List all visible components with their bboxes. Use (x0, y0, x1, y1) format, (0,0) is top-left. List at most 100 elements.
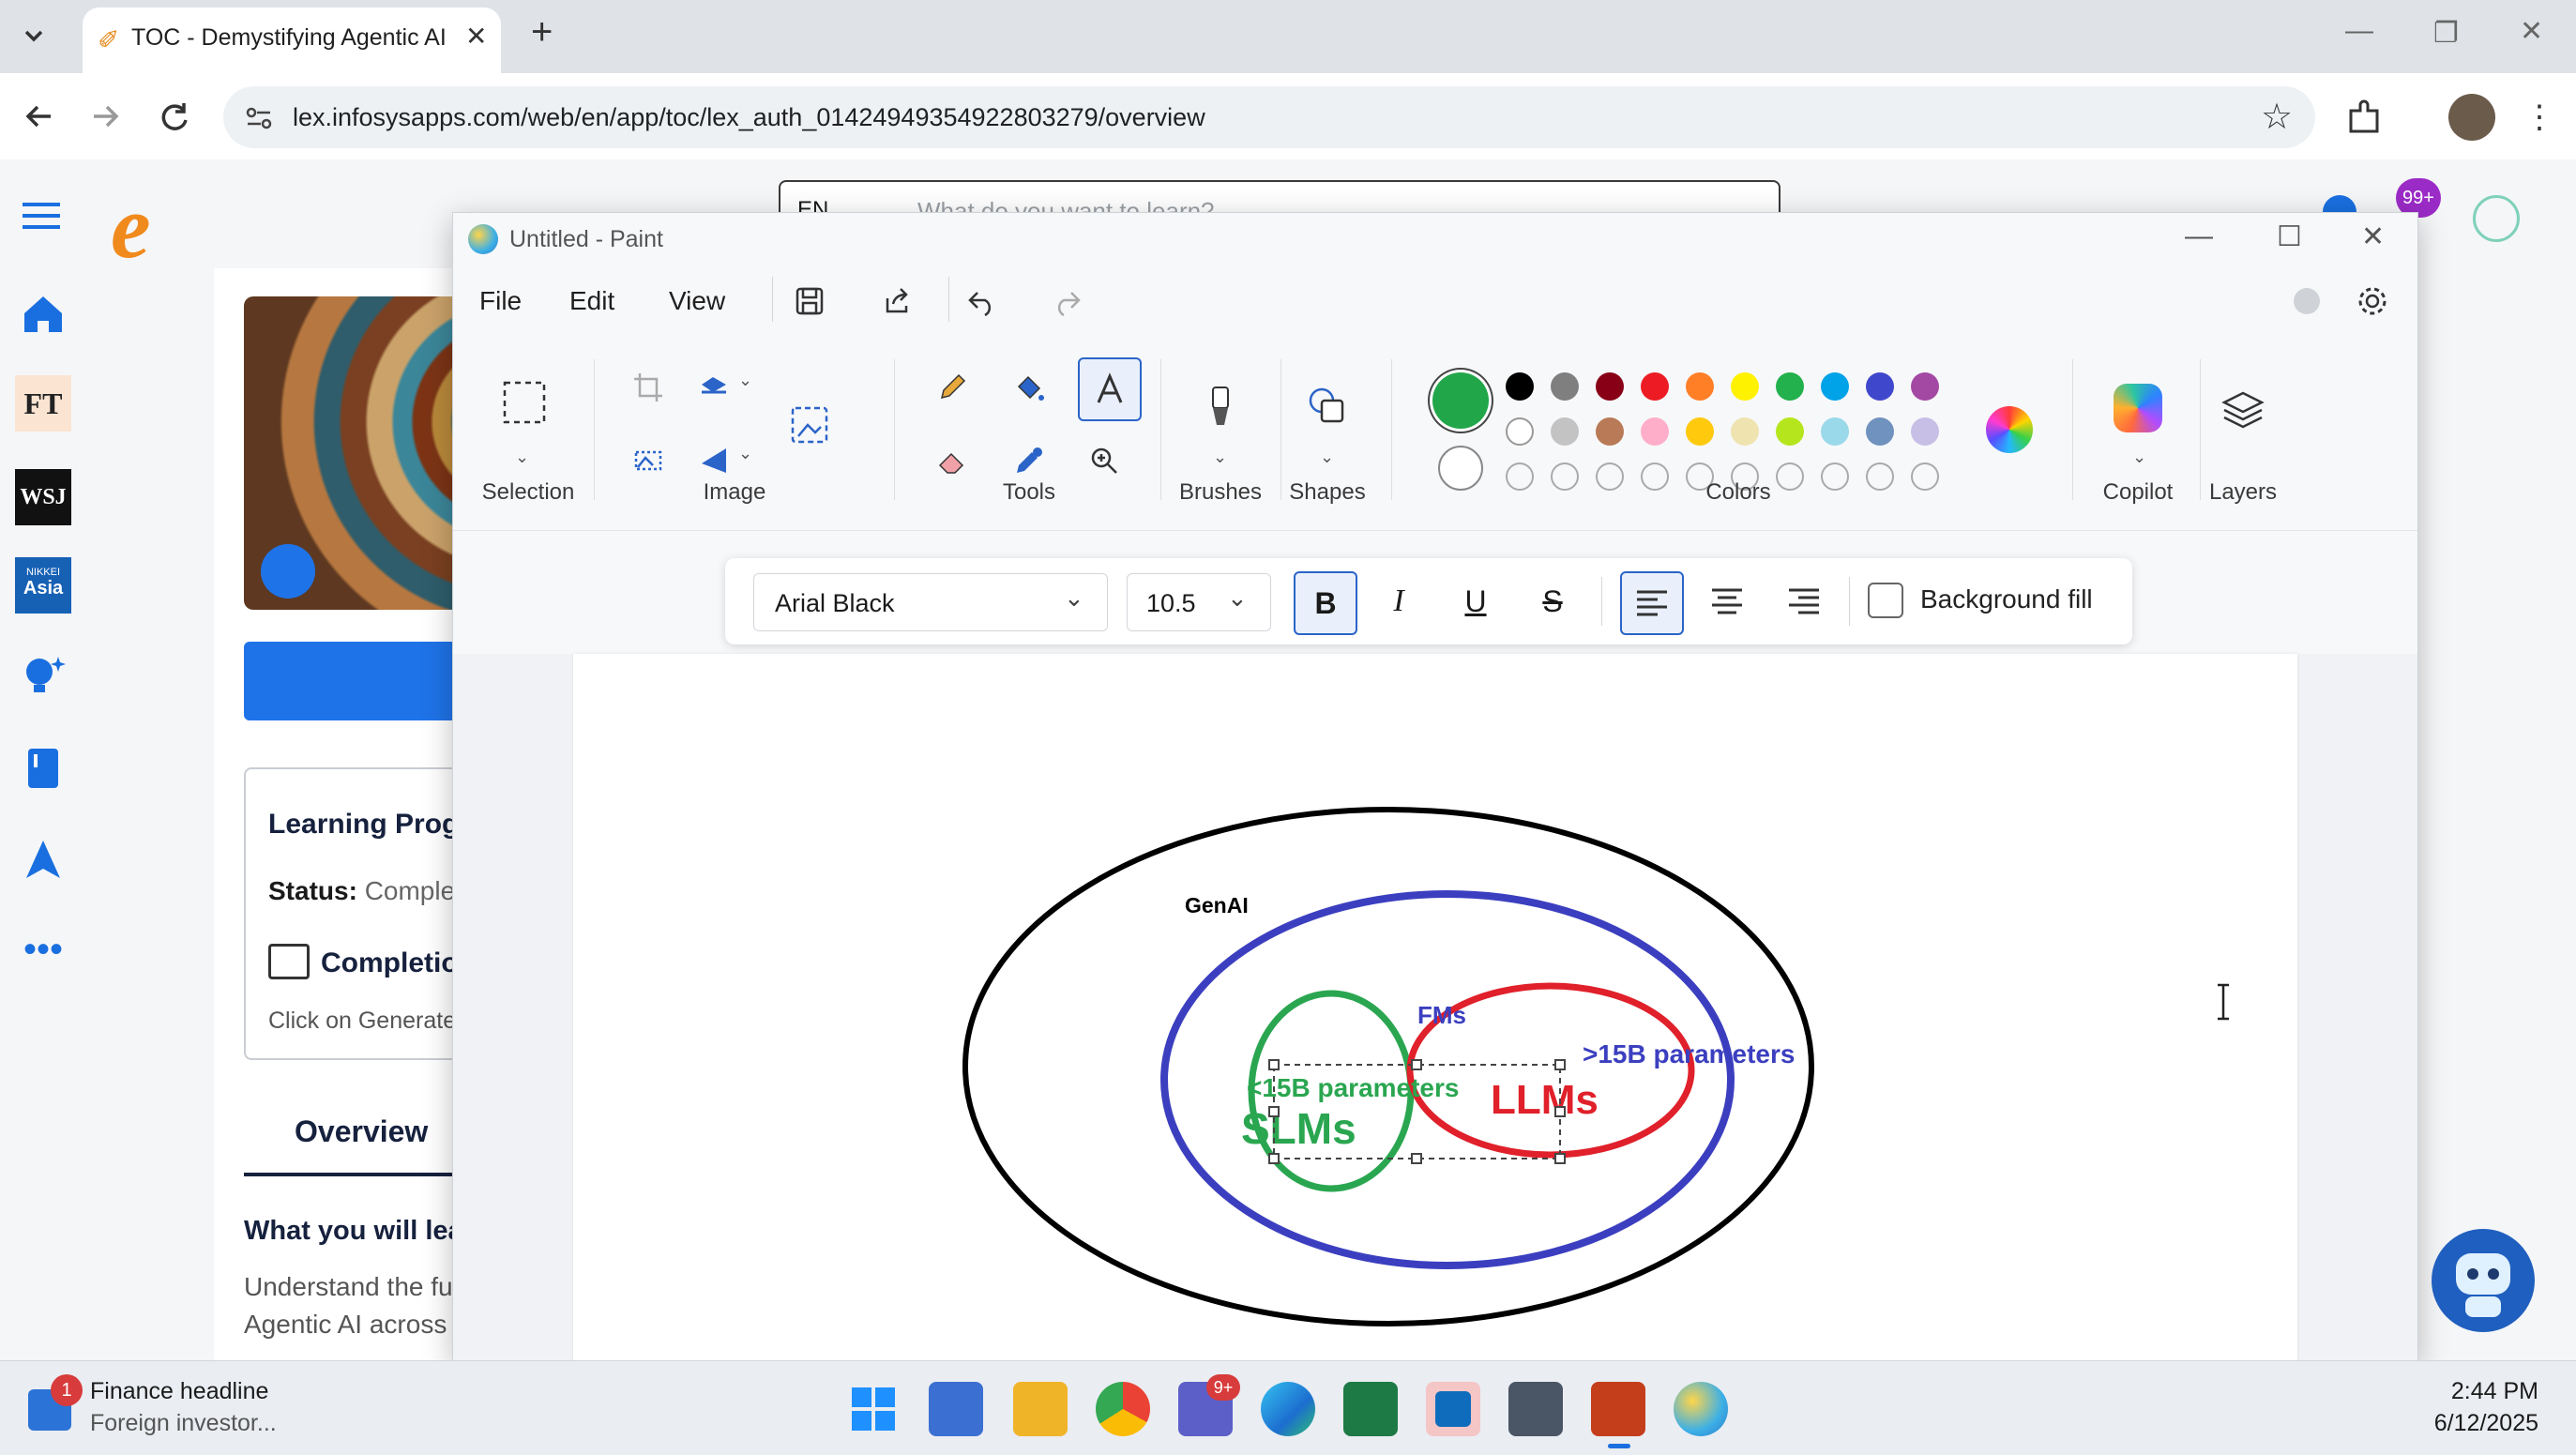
underline-button[interactable]: U (1446, 571, 1506, 631)
color-swatch[interactable] (1866, 417, 1894, 446)
window-close-button[interactable]: ✕ (2520, 15, 2543, 48)
extensions-puzzle-icon[interactable] (2341, 94, 2388, 141)
file-explorer-icon[interactable] (1013, 1382, 1068, 1436)
rotate-dropdown-icon[interactable]: ⌄ (738, 444, 752, 463)
redo-icon[interactable] (1040, 275, 1093, 327)
undo-icon[interactable] (956, 275, 1008, 327)
custom-color-slot[interactable] (1821, 462, 1849, 491)
edge-app-icon[interactable] (1261, 1382, 1315, 1436)
copilot-icon[interactable] (2114, 384, 2162, 432)
news-widget-title[interactable]: Finance headline (90, 1378, 268, 1405)
strikethrough-button[interactable]: S (1523, 571, 1583, 631)
site-info-icon[interactable] (240, 99, 278, 137)
color-swatch[interactable] (1911, 372, 1939, 401)
color-swatch[interactable] (1731, 417, 1759, 446)
size-dropdown-chevron-icon[interactable]: ⌄ (1227, 584, 1248, 613)
chatbot-robot-icon[interactable] (2432, 1229, 2535, 1332)
notepad-app-icon[interactable] (929, 1382, 983, 1436)
menu-file[interactable]: File (479, 286, 522, 316)
navigation-arrow-icon[interactable] (15, 831, 71, 887)
color-swatch[interactable] (1506, 417, 1534, 446)
color-swatch[interactable] (1596, 417, 1624, 446)
menu-edit[interactable]: Edit (569, 286, 614, 316)
paint-minimize-button[interactable]: — (2185, 220, 2213, 252)
color-swatch[interactable] (1776, 372, 1804, 401)
profile-avatar[interactable] (2448, 94, 2495, 141)
settings-gear-icon[interactable] (2346, 275, 2399, 327)
custom-color-slot[interactable] (1641, 462, 1669, 491)
powerpoint-app-icon[interactable] (1591, 1382, 1645, 1436)
start-windows-icon[interactable] (846, 1382, 901, 1436)
window-minimize-button[interactable]: — (2345, 15, 2373, 47)
font-size-dropdown[interactable]: 10.5 ⌄ (1127, 573, 1271, 631)
align-left-icon[interactable] (1620, 571, 1684, 635)
fill-bucket-icon[interactable] (1003, 361, 1055, 414)
custom-color-slot[interactable] (1551, 462, 1579, 491)
tab-search-chevron-icon[interactable] (8, 9, 60, 62)
align-right-icon[interactable] (1774, 571, 1834, 631)
window-restore-button[interactable]: ❐ (2433, 17, 2459, 50)
custom-color-slot[interactable] (1596, 462, 1624, 491)
background-fill-checkbox[interactable] (1868, 583, 1903, 618)
color-swatch[interactable] (1551, 372, 1579, 401)
resize-icon[interactable] (688, 361, 740, 414)
align-center-icon[interactable] (1697, 571, 1757, 631)
color-swatch[interactable] (1641, 372, 1669, 401)
color-swatch[interactable] (1596, 372, 1624, 401)
color-swatch[interactable] (1821, 372, 1849, 401)
brush-dropdown-icon[interactable]: ⌄ (1213, 447, 1227, 467)
chrome-app-icon[interactable] (1096, 1382, 1150, 1436)
browser-tab[interactable]: ✐ TOC - Demystifying Agentic AI ✕ (83, 8, 501, 73)
hamburger-menu-icon[interactable] (19, 197, 66, 235)
nikkei-asia-app-icon[interactable]: NIKKEI Asia (15, 557, 71, 614)
site-logo[interactable]: e (111, 174, 151, 279)
selection-dropdown-icon[interactable]: ⌄ (515, 447, 529, 467)
italic-button[interactable]: I (1369, 571, 1429, 631)
menu-view[interactable]: View (669, 286, 725, 316)
assistant-logo-icon[interactable] (2473, 195, 2520, 242)
resize-dropdown-icon[interactable]: ⌄ (738, 371, 752, 390)
custom-color-slot[interactable] (1911, 462, 1939, 491)
outlook-app-icon[interactable] (1426, 1382, 1480, 1436)
share-icon[interactable] (870, 275, 922, 327)
layers-icon[interactable] (2213, 378, 2273, 438)
home-icon[interactable] (15, 285, 71, 341)
edit-colors-icon[interactable] (1986, 406, 2033, 453)
color-swatch[interactable] (1506, 372, 1534, 401)
image-generator-icon[interactable] (780, 395, 840, 455)
forward-arrow-icon[interactable] (79, 90, 131, 143)
font-family-dropdown[interactable]: Arial Black ⌄ (753, 573, 1108, 631)
taskbar-date[interactable]: 6/12/2025 (2403, 1410, 2538, 1437)
font-dropdown-chevron-icon[interactable]: ⌄ (1064, 584, 1084, 613)
custom-color-slot[interactable] (1866, 462, 1894, 491)
wsj-app-icon[interactable]: WSJ (15, 469, 71, 525)
account-icon[interactable] (2294, 288, 2320, 314)
pencil-icon[interactable] (926, 361, 978, 414)
color-swatch[interactable] (1911, 417, 1939, 446)
custom-color-slot[interactable] (1506, 462, 1534, 491)
color-swatch[interactable] (1776, 417, 1804, 446)
excel-app-icon[interactable] (1343, 1382, 1398, 1436)
brush-icon[interactable] (1190, 376, 1250, 436)
new-tab-button[interactable]: + (531, 11, 553, 53)
more-dots-icon[interactable]: ••• (15, 921, 71, 978)
address-bar[interactable]: lex.infosysapps.com/web/en/app/toc/lex_a… (223, 86, 2315, 148)
color-swatch[interactable] (1641, 417, 1669, 446)
secondary-color-swatch[interactable] (1438, 446, 1483, 491)
tab-close-icon[interactable]: ✕ (465, 21, 487, 52)
crop-icon[interactable] (622, 361, 674, 414)
shapes-icon[interactable] (1297, 376, 1357, 436)
paint-maximize-button[interactable]: ☐ (2277, 220, 2302, 253)
bookmark-star-icon[interactable]: ☆ (2261, 96, 2293, 138)
color-swatch[interactable] (1686, 372, 1714, 401)
back-arrow-icon[interactable] (13, 90, 66, 143)
paint-taskbar-icon[interactable] (1674, 1382, 1728, 1436)
text-tool-icon[interactable] (1078, 357, 1142, 421)
color-swatch[interactable] (1821, 417, 1849, 446)
color-swatch[interactable] (1866, 372, 1894, 401)
copilot-dropdown-icon[interactable]: ⌄ (2132, 447, 2146, 467)
color-swatch[interactable] (1551, 417, 1579, 446)
color-swatch[interactable] (1731, 372, 1759, 401)
lightbulb-icon[interactable] (15, 647, 71, 704)
ft-app-icon[interactable]: FT (15, 375, 71, 432)
